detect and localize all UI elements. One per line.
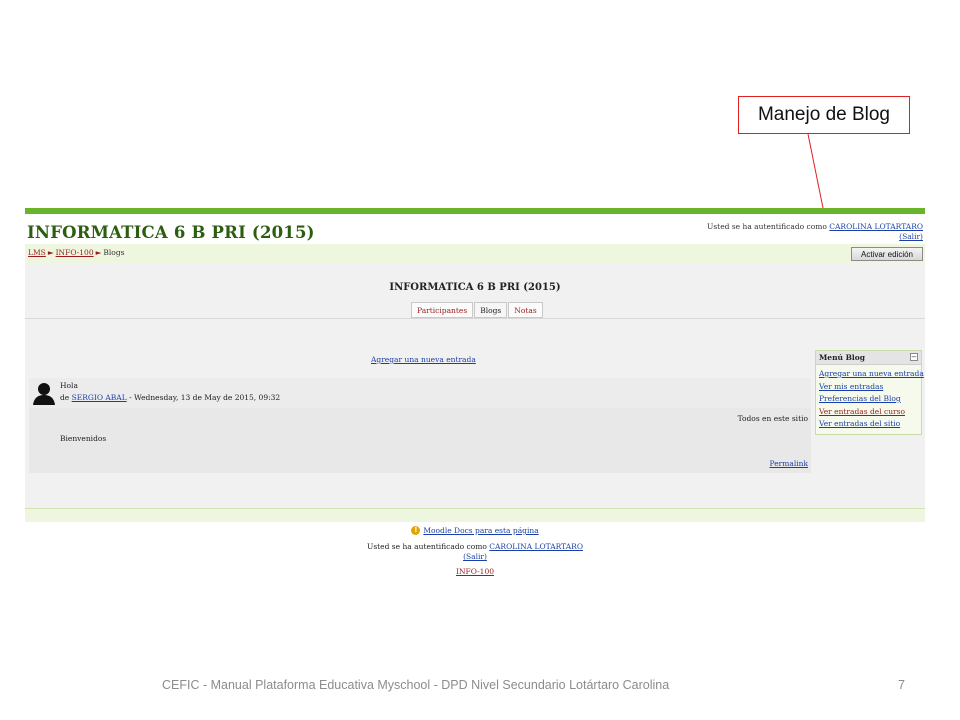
moodle-screenshot: INFORMATICA 6 B PRI (2015) Usted se ha a…	[25, 208, 925, 522]
tab-notas[interactable]: Notas	[508, 302, 543, 318]
navbar: LMS ► INFO-100 ► Blogs Activar edición	[25, 244, 925, 264]
page-header: INFORMATICA 6 B PRI (2015) Usted se ha a…	[25, 214, 925, 244]
bottom-accent-bar	[25, 508, 925, 522]
user-name-link[interactable]: CAROLINA LOTARTARO	[829, 222, 923, 231]
info-icon: !	[411, 526, 421, 535]
breadcrumb: LMS ► INFO-100 ► Blogs	[28, 248, 124, 257]
blog-menu-course-entries[interactable]: Ver entradas del curso	[819, 407, 905, 416]
footer-login-info: Usted se ha autentificado como CAROLINA …	[25, 542, 925, 562]
breadcrumb-current: Blogs	[103, 248, 125, 257]
user-avatar-icon	[33, 383, 55, 405]
blog-menu-title: Menú Blog	[819, 353, 866, 362]
callout-manejo-de-blog: Manejo de Blog	[738, 96, 910, 134]
tab-participantes[interactable]: Participantes	[411, 302, 474, 318]
blog-menu-my-entries[interactable]: Ver mis entradas	[819, 382, 883, 391]
tab-divider	[25, 318, 925, 319]
blog-menu-preferences[interactable]: Preferencias del Blog	[819, 394, 901, 403]
collapse-icon[interactable]: −	[910, 353, 918, 361]
slide-page-number: 7	[898, 678, 905, 692]
post-date: - Wednesday, 13 de May de 2015, 09:32	[126, 393, 281, 402]
author-prefix: de	[60, 393, 72, 402]
breadcrumb-course[interactable]: INFO-100	[56, 248, 94, 257]
footer-logout-link[interactable]: (Salir)	[463, 552, 487, 561]
footer-user-link[interactable]: CAROLINA LOTARTARO	[489, 542, 583, 551]
blog-menu-header: Menú Blog −	[816, 351, 921, 365]
footer-course-line: INFO-100	[25, 567, 925, 576]
post-body: Bienvenidos	[60, 434, 107, 443]
docs-line: ! Moodle Docs para esta página	[25, 526, 925, 535]
slide-footer-text: CEFIC - Manual Plataforma Educativa Mysc…	[162, 678, 670, 692]
breadcrumb-lms[interactable]: LMS	[28, 248, 46, 257]
blog-menu-list: Agregar una nueva entrada Ver mis entrad…	[816, 365, 924, 434]
logout-link[interactable]: (Salir)	[899, 232, 923, 241]
footer-course-link[interactable]: INFO-100	[456, 567, 494, 576]
post-author-line: de SERGIO ABAL - Wednesday, 13 de May de…	[60, 393, 280, 402]
site-title: INFORMATICA 6 B PRI (2015)	[27, 223, 315, 242]
post-subject: Hola	[60, 381, 78, 390]
post-header: Hola de SERGIO ABAL - Wednesday, 13 de M…	[29, 378, 811, 408]
course-title: INFORMATICA 6 B PRI (2015)	[389, 282, 561, 293]
activate-edit-button[interactable]: Activar edición	[851, 247, 923, 261]
blog-post: Hola de SERGIO ABAL - Wednesday, 13 de M…	[29, 378, 811, 473]
blog-menu-site-entries[interactable]: Ver entradas del sitio	[819, 419, 900, 428]
tab-blogs[interactable]: Blogs	[474, 302, 508, 318]
moodle-docs-link[interactable]: Moodle Docs para esta página	[423, 526, 538, 535]
post-author-link[interactable]: SERGIO ABAL	[72, 393, 127, 402]
post-scope: Todos en este sitio	[737, 414, 808, 423]
permalink-link[interactable]: Permalink	[770, 459, 809, 468]
login-prefix: Usted se ha autentificado como	[707, 222, 830, 231]
tab-bar: Participantes Blogs Notas	[411, 302, 544, 318]
footer-login-prefix: Usted se ha autentificado como	[367, 542, 490, 551]
breadcrumb-separator: ►	[95, 248, 102, 257]
blog-menu-block: Menú Blog − Agregar una nueva entrada Ve…	[815, 350, 924, 435]
add-entry-link[interactable]: Agregar una nueva entrada	[371, 355, 476, 364]
breadcrumb-separator: ►	[47, 248, 54, 257]
login-info: Usted se ha autentificado como CAROLINA …	[707, 222, 923, 242]
blog-menu-add-entry[interactable]: Agregar una nueva entrada	[819, 369, 924, 378]
callout-label: Manejo de Blog	[757, 104, 891, 125]
